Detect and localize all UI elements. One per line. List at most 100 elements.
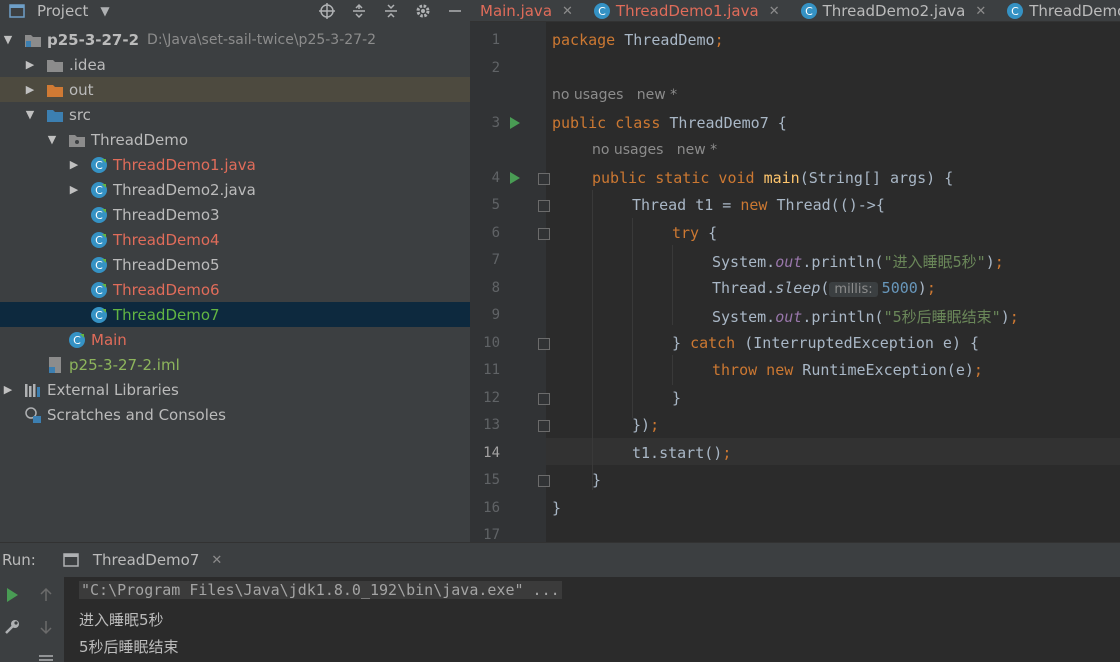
tab-threaddemo1-java[interactable]: C ThreadDemo1.java ✕ xyxy=(583,0,790,22)
run-class-icon[interactable] xyxy=(510,117,520,129)
code-line-11[interactable]: throw new RuntimeException(e); xyxy=(712,361,983,379)
fold-icon[interactable] xyxy=(538,228,550,240)
line-number: 3 xyxy=(491,115,500,131)
code-line-4[interactable]: public static void main(String[] args) { xyxy=(592,169,953,187)
close-icon[interactable]: ✕ xyxy=(769,4,780,19)
tree-item-threaddemo6[interactable]: C ThreadDemo6 xyxy=(0,277,470,302)
tree-label-file: ThreadDemo2.java xyxy=(113,180,256,199)
chevron-right-icon[interactable]: ▶ xyxy=(68,183,80,196)
project-panel-title[interactable]: Project xyxy=(37,2,88,20)
tree-label-out: out xyxy=(69,80,94,99)
tree-item-iml[interactable]: p25-3-27-2.iml xyxy=(0,352,470,377)
tab-threaddemo2-java[interactable]: C ThreadDemo2.java ✕ xyxy=(790,0,997,22)
tree-item-idea[interactable]: ▶ .idea xyxy=(0,52,470,77)
library-icon xyxy=(24,381,42,399)
tree-label-file: ThreadDemo3 xyxy=(113,205,220,224)
tab-main-java[interactable]: Main.java ✕ xyxy=(470,0,583,22)
chevron-right-icon[interactable]: ▶ xyxy=(24,83,36,96)
run-tab-threaddemo7[interactable]: ThreadDemo7 ✕ xyxy=(62,551,222,569)
tree-item-main[interactable]: C Main xyxy=(0,327,470,352)
console-output-line: 进入睡眠5秒 xyxy=(79,611,164,629)
tree-item-threaddemo1[interactable]: ▶ C ThreadDemo1.java xyxy=(0,152,470,177)
fold-icon[interactable] xyxy=(538,338,550,350)
fold-icon[interactable] xyxy=(538,420,550,432)
tree-item-package[interactable]: ▼ ThreadDemo xyxy=(0,127,470,152)
fold-icon[interactable] xyxy=(538,173,550,185)
tree-item-threaddemo7[interactable]: C ThreadDemo7 xyxy=(0,302,470,327)
chevron-right-icon[interactable]: ▶ xyxy=(24,58,36,71)
console-command-line: "C:\Program Files\Java\jdk1.8.0_192\bin\… xyxy=(79,581,562,599)
project-panel-header: Project ▼ xyxy=(0,0,470,22)
usage-hint[interactable]: no usages new * xyxy=(592,142,717,158)
code-line-13[interactable]: }); xyxy=(632,416,659,434)
code-line-9[interactable]: System.out.println("5秒后睡眠结束"); xyxy=(712,306,1019,327)
tree-item-out[interactable]: ▶ out xyxy=(0,77,470,102)
code-line-7[interactable]: System.out.println("进入睡眠5秒"); xyxy=(712,251,1004,272)
collapse-all-icon[interactable] xyxy=(382,2,400,20)
tree-item-src[interactable]: ▼ src xyxy=(0,102,470,127)
tree-item-threaddemo5[interactable]: C ThreadDemo5 xyxy=(0,252,470,277)
tree-item-project-root[interactable]: ▼ p25-3-27-2 D:\Java\set-sail-twice\p25-… xyxy=(0,27,470,52)
java-class-icon: C xyxy=(68,331,86,349)
chevron-down-icon[interactable]: ▼ xyxy=(46,133,58,146)
run-main-icon[interactable] xyxy=(510,172,520,184)
tab-threaddemo3-java[interactable]: C ThreadDemo3.j xyxy=(996,0,1120,22)
tree-label-file: ThreadDemo5 xyxy=(113,255,220,274)
tree-label-scratches: Scratches and Consoles xyxy=(47,405,226,424)
tree-label-file: p25-3-27-2.iml xyxy=(69,355,180,374)
svg-text:C: C xyxy=(95,309,103,322)
module-file-icon xyxy=(46,356,64,374)
code-line-5[interactable]: Thread t1 = new Thread(()->{ xyxy=(632,196,885,214)
code-line-1[interactable]: package ThreadDemo; xyxy=(552,31,724,49)
code-editor: Main.java ✕ C ThreadDemo1.java ✕ C Threa… xyxy=(470,0,1120,542)
code-line-10[interactable]: } catch (InterruptedException e) { xyxy=(672,334,979,352)
java-class-icon: C xyxy=(90,156,108,174)
view-dropdown-icon[interactable]: ▼ xyxy=(100,4,109,18)
code-line-8[interactable]: Thread.sleep(millis: 5000); xyxy=(712,279,936,297)
run-panel: Run: ThreadDemo7 ✕ "C:\Program Files\Jav… xyxy=(0,542,1120,662)
gear-icon[interactable] xyxy=(414,2,432,20)
wrench-icon[interactable] xyxy=(2,617,22,637)
down-arrow-icon[interactable] xyxy=(36,617,56,637)
close-icon[interactable]: ✕ xyxy=(211,553,222,568)
chevron-down-icon[interactable]: ▼ xyxy=(24,108,36,121)
code-line-3[interactable]: public class ThreadDemo7 { xyxy=(552,114,787,132)
select-opened-file-icon[interactable] xyxy=(318,2,336,20)
tree-item-threaddemo2[interactable]: ▶ C ThreadDemo2.java xyxy=(0,177,470,202)
line-number: 2 xyxy=(491,60,500,76)
tree-label-file: ThreadDemo4 xyxy=(113,230,220,249)
tree-label-file: ThreadDemo1.java xyxy=(113,155,256,174)
close-icon[interactable]: ✕ xyxy=(975,4,986,19)
up-arrow-icon[interactable] xyxy=(36,585,56,605)
tree-label-package: ThreadDemo xyxy=(91,130,189,149)
tree-label-file: ThreadDemo7 xyxy=(113,305,220,324)
fold-icon[interactable] xyxy=(538,475,550,487)
code-line-12[interactable]: } xyxy=(672,389,681,407)
fold-icon[interactable] xyxy=(538,393,550,405)
usage-hint[interactable]: no usages new * xyxy=(552,87,677,103)
code-line-15[interactable]: } xyxy=(592,471,601,489)
chevron-down-icon[interactable]: ▼ xyxy=(2,33,14,46)
chevron-right-icon[interactable]: ▶ xyxy=(68,158,80,171)
code-line-16[interactable]: } xyxy=(552,499,561,517)
code-line-6[interactable]: try { xyxy=(672,224,717,242)
tab-label: ThreadDemo1.java xyxy=(615,2,759,20)
soft-wrap-icon[interactable] xyxy=(36,649,56,662)
tab-label: ThreadDemo2.java xyxy=(822,2,966,20)
expand-all-icon[interactable] xyxy=(350,2,368,20)
line-number: 11 xyxy=(483,362,500,378)
fold-icon[interactable] xyxy=(538,200,550,212)
svg-text:C: C xyxy=(805,5,813,18)
tree-item-threaddemo4[interactable]: C ThreadDemo4 xyxy=(0,227,470,252)
line-number: 13 xyxy=(483,417,500,433)
rerun-icon[interactable] xyxy=(2,585,22,605)
tree-item-scratches[interactable]: Scratches and Consoles xyxy=(0,402,470,427)
chevron-right-icon[interactable]: ▶ xyxy=(2,383,14,396)
code-line-14[interactable]: t1.start(); xyxy=(632,444,731,462)
close-icon[interactable]: ✕ xyxy=(562,4,573,19)
line-number: 9 xyxy=(491,307,500,323)
hide-panel-icon[interactable] xyxy=(446,2,464,20)
tree-item-external-libraries[interactable]: ▶ External Libraries xyxy=(0,377,470,402)
tree-item-threaddemo3[interactable]: C ThreadDemo3 xyxy=(0,202,470,227)
package-icon xyxy=(68,131,86,149)
